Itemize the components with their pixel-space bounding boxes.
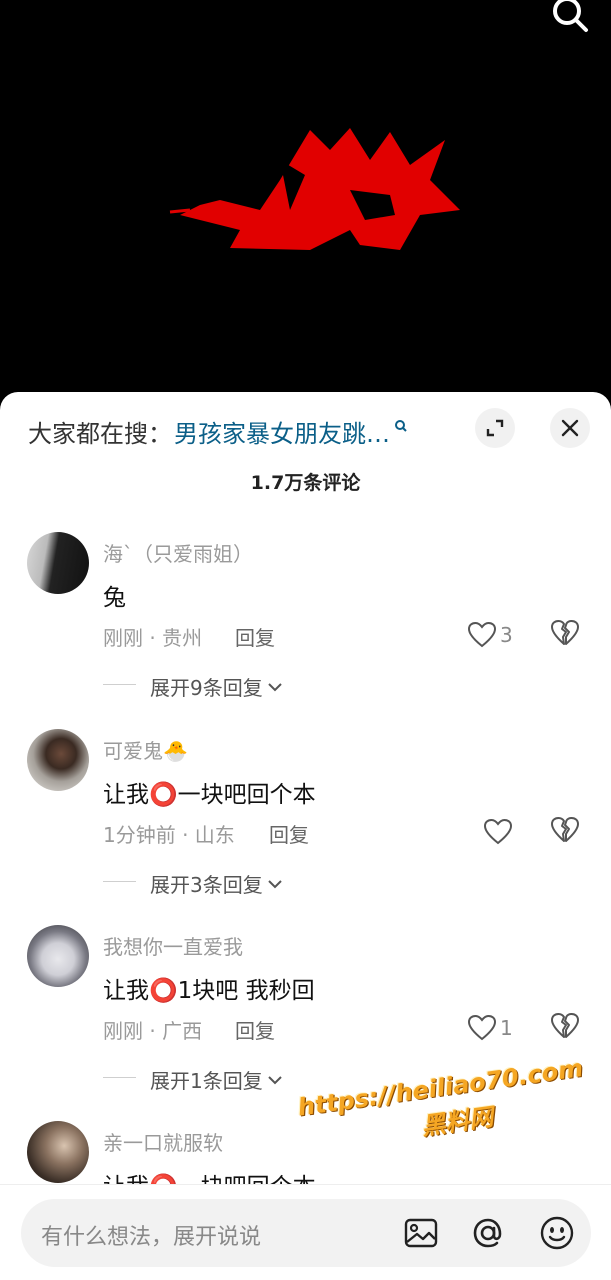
comment-item: 可爱鬼🐣 让我⭕一块吧回个本 1分钟前 · 山东 回复 展开3条回复 <box>0 729 611 925</box>
close-icon <box>561 419 579 437</box>
expand-replies-label: 展开9条回复 <box>150 676 263 700</box>
dislike-button[interactable] <box>551 817 581 847</box>
comment-username[interactable]: 海`（只爱雨姐） <box>103 538 253 567</box>
reply-button[interactable]: 回复 <box>235 622 275 651</box>
comment-time-location: 刚刚 · 广西 <box>103 1019 203 1043</box>
expand-replies-button[interactable]: 展开3条回复 <box>150 869 283 898</box>
search-button[interactable] <box>548 0 592 38</box>
avatar[interactable] <box>27 532 89 594</box>
emoji-icon <box>540 1216 574 1250</box>
video-player[interactable] <box>0 0 611 400</box>
heart-icon <box>484 819 512 845</box>
search-icon <box>395 420 407 432</box>
comment-time-location: 1分钟前 · 山东 <box>103 823 235 847</box>
comment-input[interactable]: 有什么想法，展开说说 <box>21 1199 591 1267</box>
comment-text: 让我⭕1块吧 我秒回 <box>103 978 315 1004</box>
heart-icon <box>468 622 496 648</box>
comment-sheet: 大家都在搜： 男孩家暴女朋友跳… 1.7万条评论 海`（只爱雨姐） 兔 刚刚 ·… <box>0 392 611 1280</box>
divider <box>103 684 136 685</box>
expand-replies-button[interactable]: 展开9条回复 <box>150 672 283 701</box>
comment-item: 海`（只爱雨姐） 兔 刚刚 · 贵州 回复 3 展开9条回复 <box>0 532 611 728</box>
mention-button[interactable] <box>470 1215 506 1251</box>
expand-replies-label: 展开1条回复 <box>150 1069 263 1093</box>
chevron-down-icon <box>268 682 282 691</box>
like-count: 3 <box>500 623 513 647</box>
close-button[interactable] <box>550 408 590 448</box>
search-icon <box>553 0 588 32</box>
reply-button[interactable]: 回复 <box>269 819 309 848</box>
at-icon <box>473 1218 502 1248</box>
expand-replies-button[interactable]: 展开1条回复 <box>150 1065 283 1094</box>
expand-replies-label: 展开3条回复 <box>150 873 263 897</box>
heart-icon <box>468 1015 496 1041</box>
trending-prefix: 大家都在搜： <box>28 419 172 448</box>
video-frame-art <box>169 128 460 250</box>
dislike-button[interactable] <box>551 1013 581 1043</box>
broken-heart-icon <box>551 620 579 645</box>
comment-text: 兔 <box>103 585 126 611</box>
broken-heart-icon <box>551 1013 579 1038</box>
image-button[interactable] <box>403 1215 439 1251</box>
comment-text: 让我⭕一块吧回个本 <box>103 782 316 808</box>
comments-count: 1.7万条评论 <box>250 472 361 494</box>
like-button[interactable] <box>484 817 516 847</box>
comment-username[interactable]: 我想你一直爱我 <box>103 931 243 960</box>
expand-icon <box>486 419 504 437</box>
broken-heart-icon <box>551 817 579 842</box>
comment-input-bar: 有什么想法，展开说说 <box>0 1184 611 1280</box>
comment-username[interactable]: 亲一口就服软 <box>103 1127 223 1156</box>
emoji-button[interactable] <box>539 1215 575 1251</box>
like-button[interactable]: 1 <box>468 1013 513 1043</box>
avatar[interactable] <box>27 729 89 791</box>
comment-input-placeholder: 有什么想法，展开说说 <box>41 1225 262 1250</box>
image-icon <box>404 1218 438 1248</box>
like-count: 1 <box>500 1016 513 1040</box>
comment-username[interactable]: 可爱鬼🐣 <box>103 735 188 764</box>
avatar[interactable] <box>27 925 89 987</box>
trending-search[interactable]: 大家都在搜： 男孩家暴女朋友跳… <box>28 414 408 449</box>
comment-time-location: 刚刚 · 贵州 <box>103 626 203 650</box>
screen: 大家都在搜： 男孩家暴女朋友跳… 1.7万条评论 海`（只爱雨姐） 兔 刚刚 ·… <box>0 0 611 1280</box>
divider <box>103 881 136 882</box>
expand-button[interactable] <box>475 408 515 448</box>
like-button[interactable]: 3 <box>468 620 513 650</box>
trending-query-link[interactable]: 男孩家暴女朋友跳… <box>174 414 390 449</box>
chevron-down-icon <box>268 879 282 888</box>
chevron-down-icon <box>268 1075 282 1084</box>
reply-button[interactable]: 回复 <box>235 1015 275 1044</box>
divider <box>103 1077 136 1078</box>
comment-item: 我想你一直爱我 让我⭕1块吧 我秒回 刚刚 · 广西 回复 1 展开1条回复 <box>0 925 611 1121</box>
dislike-button[interactable] <box>551 620 581 650</box>
avatar[interactable] <box>27 1121 89 1183</box>
